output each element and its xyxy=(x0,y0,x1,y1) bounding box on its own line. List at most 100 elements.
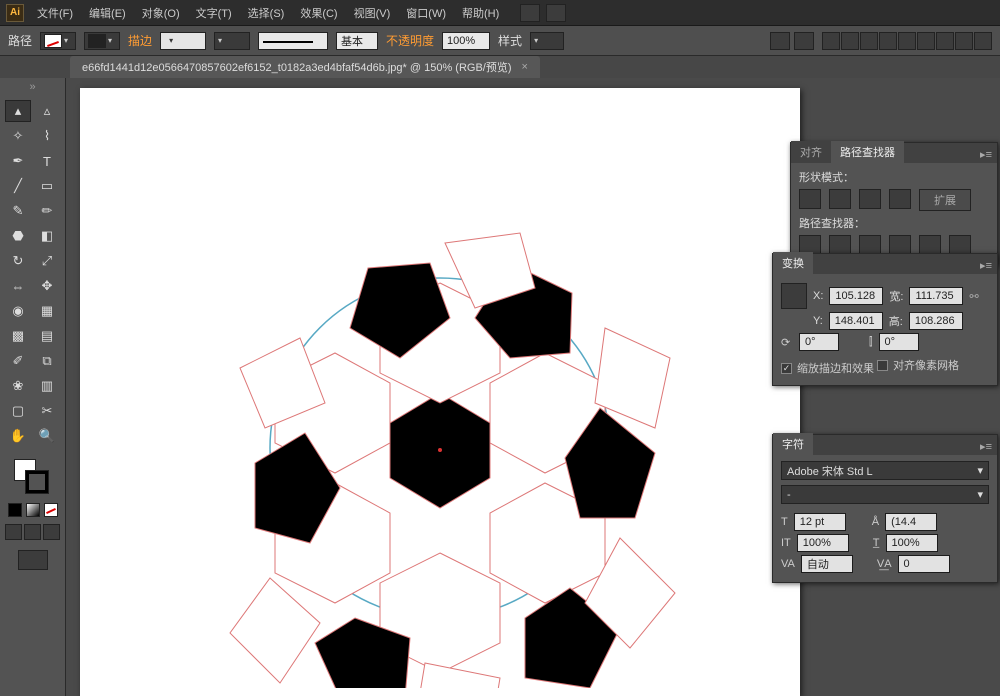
menu-file[interactable]: 文件(F) xyxy=(30,3,80,23)
distribute-h-icon[interactable] xyxy=(936,32,954,50)
transform-panel-icon[interactable] xyxy=(974,32,992,50)
stroke-weight[interactable]: ▾ xyxy=(160,32,206,50)
color-mode-none[interactable] xyxy=(44,503,58,517)
transform-panel[interactable]: 变换 ▸≡ X: 105.128 宽: 111.735 ⚯ Y: 148.401… xyxy=(772,253,998,386)
y-value[interactable]: 148.401 xyxy=(829,312,883,330)
align-vcenter-icon[interactable] xyxy=(898,32,916,50)
pen-tool[interactable]: ✒ xyxy=(5,150,31,172)
mesh-tool[interactable]: ▩ xyxy=(5,325,31,347)
type-tool[interactable]: T xyxy=(34,150,60,172)
align-bottom-icon[interactable] xyxy=(917,32,935,50)
direct-select-tool[interactable]: ▵ xyxy=(34,100,60,122)
eraser-tool[interactable]: ◧ xyxy=(34,225,60,247)
font-style-select[interactable]: -▾ xyxy=(781,485,989,504)
align-panel-icon[interactable] xyxy=(794,32,814,50)
tracking-value[interactable]: 0 xyxy=(898,555,950,573)
toolbox-grabber[interactable]: » xyxy=(0,78,65,96)
opacity-value[interactable]: 100% xyxy=(442,32,490,50)
distribute-v-icon[interactable] xyxy=(955,32,973,50)
line-tool[interactable]: ╱ xyxy=(5,175,31,197)
pencil-tool[interactable]: ✏ xyxy=(34,200,60,222)
link-wh-icon[interactable]: ⚯ xyxy=(969,290,978,303)
rotate-tool[interactable]: ↻ xyxy=(5,250,31,272)
soccer-artwork[interactable] xyxy=(200,208,680,688)
ref-point-icon[interactable] xyxy=(781,283,807,309)
tab-pathfinder[interactable]: 路径查找器 xyxy=(831,141,904,163)
align-hcenter-icon[interactable] xyxy=(841,32,859,50)
menu-type[interactable]: 文字(T) xyxy=(189,3,239,23)
color-mode-gradient[interactable] xyxy=(26,503,40,517)
hscale-value[interactable]: 100% xyxy=(886,534,938,552)
exclude-icon[interactable] xyxy=(889,189,911,209)
eyedropper-tool[interactable]: ✐ xyxy=(5,350,31,372)
blend-tool[interactable]: ⧉ xyxy=(34,350,60,372)
perspective-tool[interactable]: ▦ xyxy=(34,300,60,322)
free-transform-tool[interactable]: ✥ xyxy=(34,275,60,297)
x-value[interactable]: 105.128 xyxy=(829,287,883,305)
pathfinder-panel[interactable]: 对齐 路径查找器 ▸≡ 形状模式： 扩展 路径查找器： xyxy=(790,142,998,266)
minus-back-icon[interactable] xyxy=(949,235,971,255)
slice-tool[interactable]: ✂ xyxy=(34,400,60,422)
h-value[interactable]: 108.286 xyxy=(909,312,963,330)
leading-value[interactable]: (14.4 xyxy=(885,513,937,531)
recolor-icon[interactable] xyxy=(770,32,790,50)
lasso-tool[interactable]: ⌇ xyxy=(34,125,60,147)
artboard[interactable] xyxy=(80,88,800,696)
menu-object[interactable]: 对象(O) xyxy=(135,3,187,23)
draw-inside[interactable] xyxy=(43,524,60,540)
character-panel[interactable]: 字符 ▸≡ Adobe 宋体 Std L▾ -▾ T 12 pt Å (14.4… xyxy=(772,434,998,583)
arrange-docs-icon[interactable] xyxy=(520,4,540,22)
selection-tool[interactable]: ▴ xyxy=(5,100,31,122)
gradient-tool[interactable]: ▤ xyxy=(34,325,60,347)
menu-edit[interactable]: 编辑(E) xyxy=(82,3,133,23)
width-tool[interactable]: ⇔ xyxy=(5,275,31,297)
intersect-icon[interactable] xyxy=(859,189,881,209)
document-close-icon[interactable]: × xyxy=(522,61,528,73)
graph-tool[interactable]: ▥ xyxy=(34,375,60,397)
menu-select[interactable]: 选择(S) xyxy=(241,3,292,23)
tab-transform[interactable]: 变换 xyxy=(773,252,813,274)
fill-stroke-control[interactable] xyxy=(4,455,61,501)
font-size[interactable]: 12 pt xyxy=(794,513,846,531)
w-value[interactable]: 111.735 xyxy=(909,287,963,305)
merge-icon[interactable] xyxy=(859,235,881,255)
trim-icon[interactable] xyxy=(829,235,851,255)
artboard-tool[interactable]: ▢ xyxy=(5,400,31,422)
align-top-icon[interactable] xyxy=(879,32,897,50)
scale-strokes-check[interactable]: ✓缩放描边和效果 xyxy=(781,360,874,376)
rotate-value[interactable]: 0° xyxy=(799,333,839,351)
font-family-select[interactable]: Adobe 宋体 Std L▾ xyxy=(781,461,989,480)
stroke-label[interactable]: 描边 xyxy=(128,32,152,49)
menu-effect[interactable]: 效果(C) xyxy=(293,3,344,23)
stroke-swatch[interactable]: ▾ xyxy=(84,32,120,50)
screen-mode[interactable] xyxy=(4,550,61,570)
opacity-label[interactable]: 不透明度 xyxy=(386,32,434,49)
rect-tool[interactable]: ▭ xyxy=(34,175,60,197)
shape-builder-tool[interactable]: ◉ xyxy=(5,300,31,322)
graphic-style[interactable]: ▾ xyxy=(530,32,564,50)
align-left-icon[interactable] xyxy=(822,32,840,50)
brush-tool[interactable]: ✎ xyxy=(5,200,31,222)
tab-align[interactable]: 对齐 xyxy=(791,141,831,163)
transform-panel-menu-icon[interactable]: ▸≡ xyxy=(975,257,997,274)
document-tab[interactable]: e66fd1441d12e0566470857602ef6152_t0182a3… xyxy=(70,56,540,78)
var-width-profile[interactable]: ▾ xyxy=(214,32,250,50)
fill-swatch[interactable]: ▾ xyxy=(40,32,76,50)
vscale-value[interactable]: 100% xyxy=(797,534,849,552)
brush-def[interactable] xyxy=(258,32,328,50)
scale-tool[interactable]: ⤢ xyxy=(34,250,60,272)
menu-window[interactable]: 窗口(W) xyxy=(399,3,453,23)
char-panel-menu-icon[interactable]: ▸≡ xyxy=(975,438,997,455)
minus-front-icon[interactable] xyxy=(829,189,851,209)
magic-wand-tool[interactable]: ✧ xyxy=(5,125,31,147)
draw-behind[interactable] xyxy=(24,524,41,540)
menu-view[interactable]: 视图(V) xyxy=(347,3,398,23)
expand-button[interactable]: 扩展 xyxy=(919,189,971,211)
panel-menu-icon[interactable]: ▸≡ xyxy=(975,146,997,163)
stroke-box[interactable] xyxy=(26,471,48,493)
menu-help[interactable]: 帮助(H) xyxy=(455,3,506,23)
workspace-switch-icon[interactable] xyxy=(546,4,566,22)
outline-icon[interactable] xyxy=(919,235,941,255)
unite-icon[interactable] xyxy=(799,189,821,209)
tab-character[interactable]: 字符 xyxy=(773,433,813,455)
